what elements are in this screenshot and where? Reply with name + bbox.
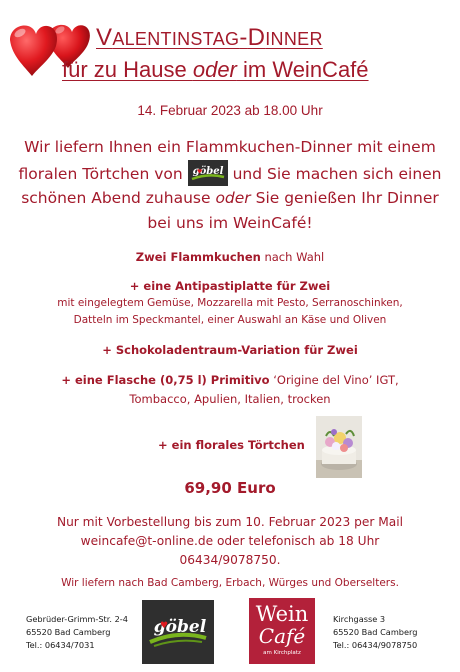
menu-item-wine-line2: Tombacco, Apulien, Italien, trocken xyxy=(129,392,331,406)
address-city: 65520 Bad Camberg xyxy=(26,627,111,637)
svg-text:♥: ♥ xyxy=(197,168,202,175)
goebel-inline-logo: göbel ♥ xyxy=(187,159,228,186)
weincafe-logo-wein: Wein xyxy=(255,602,309,626)
menu-item-antipasti: + eine Antipastiplatte für Zwei xyxy=(129,279,331,293)
intro-paragraph: Wir liefern Ihnen ein Flammkuchen-Dinner… xyxy=(18,138,442,232)
weincafe-logo-sub: am Kirchplatz xyxy=(263,650,301,656)
menu-item-toertchen: + ein florales Törtchen xyxy=(158,438,305,452)
order-line-1: Nur mit Vorbestellung bis zum 10. Februa… xyxy=(56,515,404,529)
event-date: 14. Februar 2023 ab 18.00 Uhr xyxy=(137,103,323,118)
weincafe-logo-cafe: Café xyxy=(258,624,306,648)
address-phone: Tel.: 06434/7031 xyxy=(26,640,95,650)
floral-cake-image xyxy=(316,416,362,478)
price: 69,90 Euro xyxy=(184,479,276,497)
order-line-2: weincafe@t-online.de oder telefonisch ab… xyxy=(80,534,380,548)
order-line-3: 06434/9078750. xyxy=(179,553,281,567)
address-street: Kirchgasse 3 xyxy=(333,614,386,624)
menu-item-antipasti-desc-1: mit eingelegtem Gemüse, Mozzarella mit P… xyxy=(57,297,403,309)
goebel-address: Gebrüder-Grimm-Str. 2-4 65520 Bad Camber… xyxy=(26,613,128,652)
address-street: Gebrüder-Grimm-Str. 2-4 xyxy=(26,614,128,624)
menu-item-schokolade: + Schokoladentraum-Variation für Zwei xyxy=(102,343,358,357)
page-subtitle: für zu Hause oder im WeinCafé xyxy=(62,57,369,82)
weincafe-logo: Wein Café am Kirchplatz xyxy=(249,598,315,664)
svg-text:♥: ♥ xyxy=(160,621,168,631)
address-city: 65520 Bad Camberg xyxy=(333,627,418,637)
menu-item-antipasti-desc-2: Datteln im Speckmantel, einer Auswahl an… xyxy=(73,314,387,326)
delivery-info: Wir liefern nach Bad Camberg, Erbach, Wü… xyxy=(61,577,399,589)
address-phone: Tel.: 06434/9078750 xyxy=(333,640,418,650)
page-title: VALENTINSTAG-DINNER xyxy=(96,24,323,51)
menu-item-wine: + eine Flasche (0,75 l) Primitivo ‘Origi… xyxy=(61,373,399,387)
goebel-logo: göbel ♥ xyxy=(142,600,214,664)
weincafe-address: Kirchgasse 3 65520 Bad Camberg Tel.: 064… xyxy=(333,613,417,652)
menu-item-flammkuchen: Zwei Flammkuchen nach Wahl xyxy=(135,250,325,264)
